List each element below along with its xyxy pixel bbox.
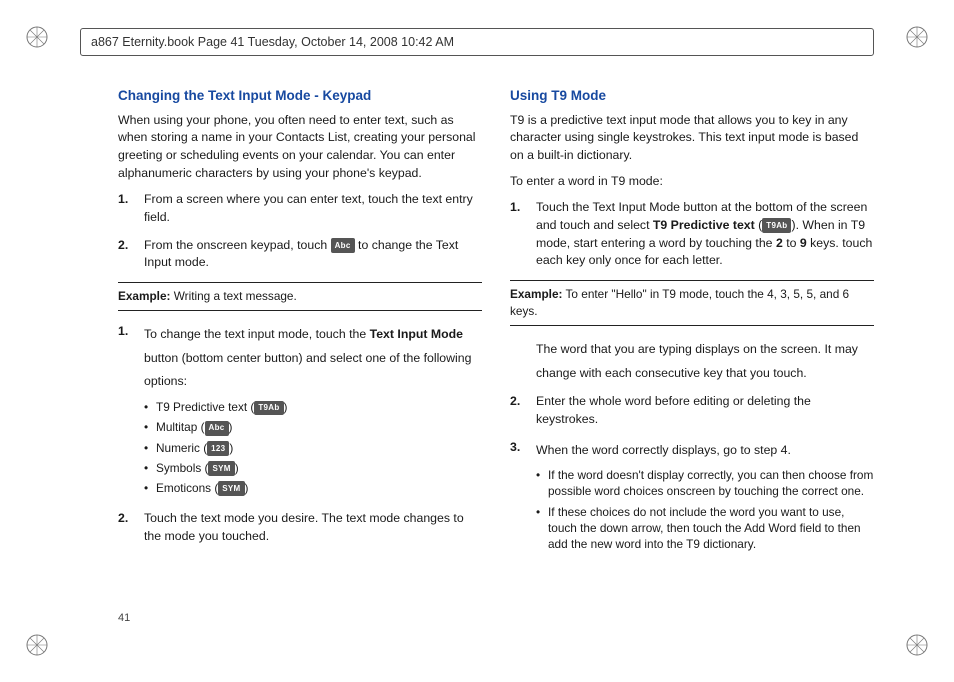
intro-paragraph: When using your phone, you often need to… — [118, 112, 482, 183]
intro-paragraph: To enter a word in T9 mode: — [510, 173, 874, 191]
key-icon: SYM — [208, 461, 234, 476]
left-column: Changing the Text Input Mode - Keypad Wh… — [118, 86, 482, 626]
step-text: From the onscreen keypad, touch Abc to c… — [144, 237, 482, 273]
key-icon: 123 — [207, 441, 229, 456]
example-box: Example: Writing a text message. — [118, 282, 482, 311]
list-item: 2. From the onscreen keypad, touch Abc t… — [118, 237, 482, 273]
corner-ornament-icon — [904, 632, 930, 658]
step-number: 1. — [510, 199, 536, 270]
key-icon: T9Ab — [254, 401, 283, 416]
after-example: The word that you are typing displays on… — [510, 338, 874, 385]
sub-bullets: If the word doesn't display correctly, y… — [536, 468, 874, 553]
page-number: 41 — [118, 612, 130, 624]
list-item: 1. Touch the Text Input Mode button at t… — [510, 199, 874, 270]
section-heading-left: Changing the Text Input Mode - Keypad — [118, 86, 482, 106]
step-text: Touch the text mode you desire. The text… — [144, 510, 482, 546]
list-item: 2. Touch the text mode you desire. The t… — [118, 510, 482, 546]
example-box: Example: To enter "Hello" in T9 mode, to… — [510, 280, 874, 326]
key-icon: Abc — [205, 421, 229, 436]
left-steps-2: 1. To change the text input mode, touch … — [118, 323, 482, 545]
content-columns: Changing the Text Input Mode - Keypad Wh… — [118, 86, 874, 626]
header-text: a867 Eternity.book Page 41 Tuesday, Octo… — [91, 35, 454, 49]
list-item: 3. When the word correctly displays, go … — [510, 439, 874, 558]
option-item: Symbols (SYM) — [144, 460, 482, 477]
option-item: Multitap (Abc) — [144, 419, 482, 436]
step-text: Enter the whole word before editing or d… — [536, 393, 874, 429]
corner-ornament-icon — [904, 24, 930, 50]
step-text: From a screen where you can enter text, … — [144, 191, 482, 227]
step-body: To change the text input mode, touch the… — [144, 323, 482, 500]
key-icon: T9Ab — [762, 218, 791, 233]
key-icon: SYM — [218, 481, 244, 496]
step-number: 3. — [510, 439, 536, 558]
right-steps: 1. Touch the Text Input Mode button at t… — [510, 199, 874, 270]
list-item: 2. Enter the whole word before editing o… — [510, 393, 874, 429]
option-item: Emoticons (SYM) — [144, 480, 482, 497]
corner-ornament-icon — [24, 632, 50, 658]
step-body: Touch the Text Input Mode button at the … — [536, 199, 874, 270]
section-heading-right: Using T9 Mode — [510, 86, 874, 106]
example-label: Example: — [510, 287, 562, 301]
left-steps-1: 1. From a screen where you can enter tex… — [118, 191, 482, 272]
intro-paragraph: T9 is a predictive text input mode that … — [510, 112, 874, 165]
list-item: 1. From a screen where you can enter tex… — [118, 191, 482, 227]
key-icon: Abc — [331, 238, 355, 253]
right-steps-2: 2. Enter the whole word before editing o… — [510, 393, 874, 558]
step-number: 2. — [118, 510, 144, 546]
sub-item: If the word doesn't display correctly, y… — [536, 468, 874, 500]
mode-options: T9 Predictive text (T9Ab) Multitap (Abc)… — [144, 399, 482, 496]
page: a867 Eternity.book Page 41 Tuesday, Octo… — [0, 0, 954, 682]
step-number: 2. — [510, 393, 536, 429]
example-text: Writing a text message. — [170, 289, 296, 303]
sub-item: If these choices do not include the word… — [536, 505, 874, 553]
step-number: 2. — [118, 237, 144, 273]
header-bar: a867 Eternity.book Page 41 Tuesday, Octo… — [80, 28, 874, 56]
right-column: Using T9 Mode T9 is a predictive text in… — [510, 86, 874, 626]
option-item: Numeric (123) — [144, 440, 482, 457]
step-number: 1. — [118, 191, 144, 227]
option-item: T9 Predictive text (T9Ab) — [144, 399, 482, 416]
step-body: When the word correctly displays, go to … — [536, 439, 874, 558]
list-item: 1. To change the text input mode, touch … — [118, 323, 482, 500]
example-label: Example: — [118, 289, 170, 303]
corner-ornament-icon — [24, 24, 50, 50]
step-number: 1. — [118, 323, 144, 500]
